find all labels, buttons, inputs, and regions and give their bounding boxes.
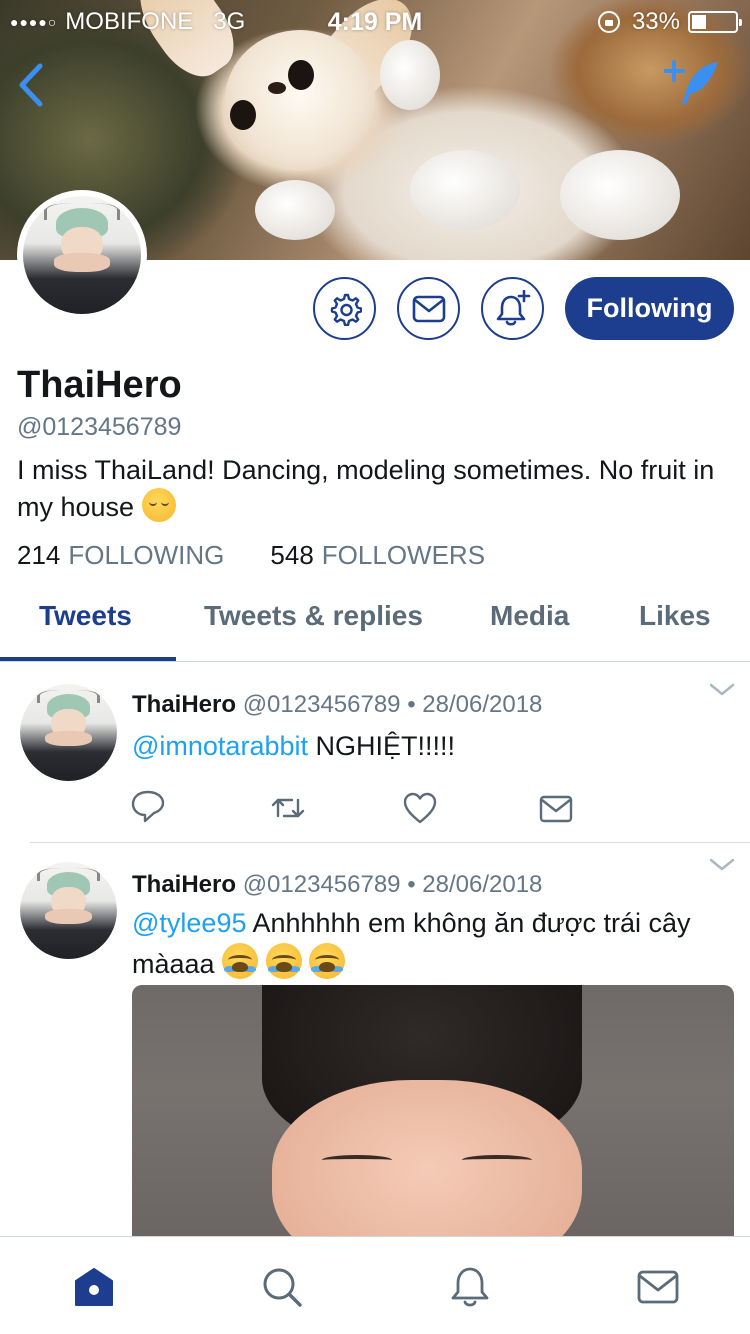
tweet-text: @imnotarabbit NGHIỆT!!!!!: [132, 726, 722, 766]
chevron-down-icon[interactable]: [708, 682, 736, 698]
tweet-meta: @0123456789 • 28/06/2018: [242, 871, 543, 898]
banner-fox-eye: [288, 60, 314, 90]
tab-tweets-and-replies[interactable]: Tweets & replies: [204, 600, 423, 632]
tab-likes[interactable]: Likes: [639, 600, 711, 632]
following-stat[interactable]: 214 FOLLOWING: [17, 540, 224, 571]
banner-fox-paw: [410, 150, 520, 230]
chevron-left-icon: [19, 63, 43, 107]
tweet-author-name: ThaiHero: [132, 871, 237, 898]
followers-label: FOLLOWERS: [321, 540, 486, 570]
banner-fox-eye: [230, 100, 256, 130]
message-button[interactable]: [397, 277, 460, 340]
tweet-author-name: ThaiHero: [132, 691, 237, 718]
notifications-toggle-button[interactable]: [481, 277, 544, 340]
rotation-lock-icon: [597, 11, 620, 33]
banner-fox-nose: [268, 82, 286, 94]
profile-avatar[interactable]: [17, 190, 147, 320]
gear-icon: [330, 293, 362, 326]
tweet-media-image[interactable]: [132, 985, 734, 1245]
heart-icon[interactable]: [402, 790, 438, 826]
image-child-face: [272, 1080, 582, 1245]
tweet-avatar[interactable]: [20, 684, 117, 781]
settings-button[interactable]: [313, 277, 376, 340]
chevron-down-icon[interactable]: [708, 857, 736, 873]
reply-icon[interactable]: [130, 788, 166, 824]
tweet-text-content: NGHIỆT!!!!!: [308, 731, 456, 761]
profile-stats: 214 FOLLOWING 548 FOLLOWERS: [17, 540, 485, 571]
avatar-image: [20, 684, 117, 781]
profile-bio: I miss ThaiLand! Dancing, modeling somet…: [17, 452, 737, 525]
loudly-crying-face-emoji-icon: [265, 943, 302, 979]
status-bar: ●●●●○ MOBIFONE 3G 4:19 PM 33%: [0, 0, 750, 40]
tweet-divider: [30, 842, 750, 843]
avatar-hands: [53, 252, 111, 272]
tweet-header: ThaiHero @0123456789 • 28/06/2018: [132, 871, 542, 899]
image-child-eye: [322, 1155, 392, 1165]
profile-tabs: Tweets Tweets & replies Media Likes: [0, 590, 750, 662]
active-tab-indicator: [0, 657, 176, 661]
followers-stat[interactable]: 548 FOLLOWERS: [270, 540, 485, 571]
loudly-crying-face-emoji-icon: [309, 943, 346, 979]
following-button[interactable]: Following: [565, 277, 734, 340]
tweet-mention-link[interactable]: @tylee95: [132, 908, 246, 938]
tab-media[interactable]: Media: [490, 600, 569, 632]
envelope-icon[interactable]: [636, 1265, 680, 1309]
avatar-hands: [45, 730, 92, 747]
loudly-crying-face-emoji-icon: [222, 943, 259, 979]
tweet-text: @tylee95 Anhhhhh em không ăn được trái c…: [132, 903, 722, 984]
relieved-face-emoji-icon: [141, 488, 176, 522]
battery-fill: [692, 15, 706, 29]
profile-name: ThaiHero: [17, 364, 182, 406]
battery-percent: 33%: [631, 8, 680, 35]
avatar-image: [20, 862, 117, 959]
banner-fox-paw: [380, 40, 440, 110]
banner-fox-paw: [560, 150, 680, 240]
followers-count: 548: [270, 540, 314, 570]
envelope-icon: [412, 295, 445, 322]
feather-plus-icon: [663, 60, 718, 104]
profile-handle: @0123456789: [17, 413, 182, 441]
home-icon[interactable]: [72, 1265, 116, 1309]
back-button[interactable]: [14, 62, 50, 108]
bell-plus-icon: [496, 289, 530, 326]
tweet-mention-link[interactable]: @imnotarabbit: [132, 731, 308, 761]
retweet-icon[interactable]: [270, 790, 306, 826]
tweet-avatar[interactable]: [20, 862, 117, 959]
bio-text: I miss ThaiLand! Dancing, modeling somet…: [17, 455, 715, 522]
compose-tweet-button[interactable]: [663, 58, 722, 108]
tab-tweets[interactable]: Tweets: [39, 600, 132, 632]
bell-icon[interactable]: [448, 1265, 492, 1309]
tweet-meta: @0123456789 • 28/06/2018: [242, 691, 543, 718]
search-icon[interactable]: [260, 1265, 304, 1309]
following-count: 214: [17, 540, 61, 570]
avatar-hands: [45, 908, 92, 925]
avatar-image: [23, 196, 141, 314]
bottom-tab-bar: [0, 1236, 750, 1334]
battery-icon: [688, 11, 742, 33]
tweet-header: ThaiHero @0123456789 • 28/06/2018: [132, 691, 542, 719]
banner-fox-paw: [255, 180, 335, 240]
following-label: FOLLOWING: [68, 540, 225, 570]
image-child-eye: [462, 1155, 532, 1165]
envelope-icon[interactable]: [538, 791, 574, 827]
